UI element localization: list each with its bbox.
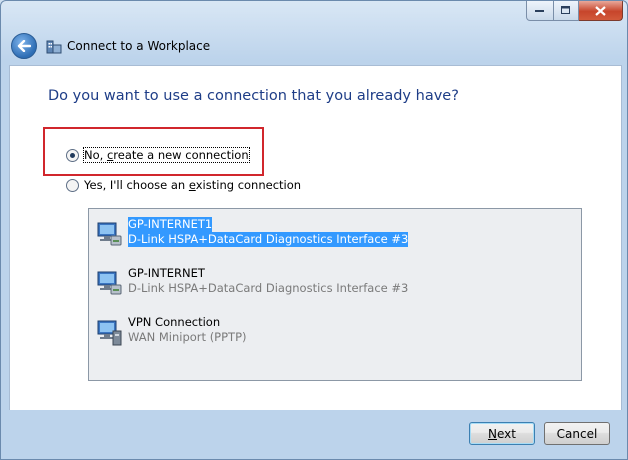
connection-device: WAN Miniport (PPTP) [128, 330, 247, 344]
connection-item[interactable]: GP-INTERNET D-Link HSPA+DataCard Diagnos… [94, 266, 408, 298]
connection-name: VPN Connection [128, 315, 221, 329]
wizard-window: Connect to a Workplace Do you want to us… [0, 0, 628, 460]
radio-button-unchecked[interactable] [66, 178, 79, 192]
network-vpn-icon [97, 320, 122, 346]
maximize-icon [561, 6, 570, 14]
navigation-bar: Connect to a Workplace [11, 33, 210, 59]
wizard-footer: Next Cancel [1, 409, 627, 459]
radio-button-checked[interactable] [66, 148, 79, 162]
caption-buttons [526, 1, 623, 21]
radio-existing-connection[interactable]: Yes, I'll choose an existing connection [66, 178, 301, 192]
connection-name: GP-INTERNET [128, 266, 205, 280]
connection-item[interactable]: GP-INTERNET1 D-Link HSPA+DataCard Diagno… [94, 217, 409, 249]
close-button[interactable] [579, 1, 623, 21]
cancel-button[interactable]: Cancel [544, 422, 610, 445]
minimize-button[interactable] [526, 1, 554, 21]
connection-name: GP-INTERNET1 [128, 217, 213, 232]
back-button[interactable] [11, 33, 37, 59]
close-icon [595, 5, 606, 16]
maximize-button[interactable] [554, 1, 579, 21]
connection-list[interactable]: GP-INTERNET1 D-Link HSPA+DataCard Diagno… [88, 208, 582, 381]
workplace-icon [46, 40, 62, 54]
connection-device: D-Link HSPA+DataCard Diagnostics Interfa… [128, 232, 409, 247]
minimize-icon [535, 9, 544, 12]
network-modem-icon [97, 222, 122, 246]
connection-device: D-Link HSPA+DataCard Diagnostics Interfa… [128, 281, 409, 295]
window-title: Connect to a Workplace [67, 39, 211, 53]
radio-new-connection-label[interactable]: No, create a new connection [83, 147, 250, 163]
connection-item[interactable]: VPN Connection WAN Miniport (PPTP) [94, 315, 247, 347]
page-heading: Do you want to use a connection that you… [48, 88, 459, 104]
radio-existing-connection-label[interactable]: Yes, I'll choose an existing connection [84, 178, 301, 192]
back-arrow-icon [17, 40, 31, 52]
next-button[interactable]: Next [469, 422, 535, 445]
network-modem-icon [97, 271, 122, 295]
wizard-content: Do you want to use a connection that you… [9, 65, 622, 410]
radio-new-connection[interactable]: No, create a new connection [66, 147, 250, 163]
